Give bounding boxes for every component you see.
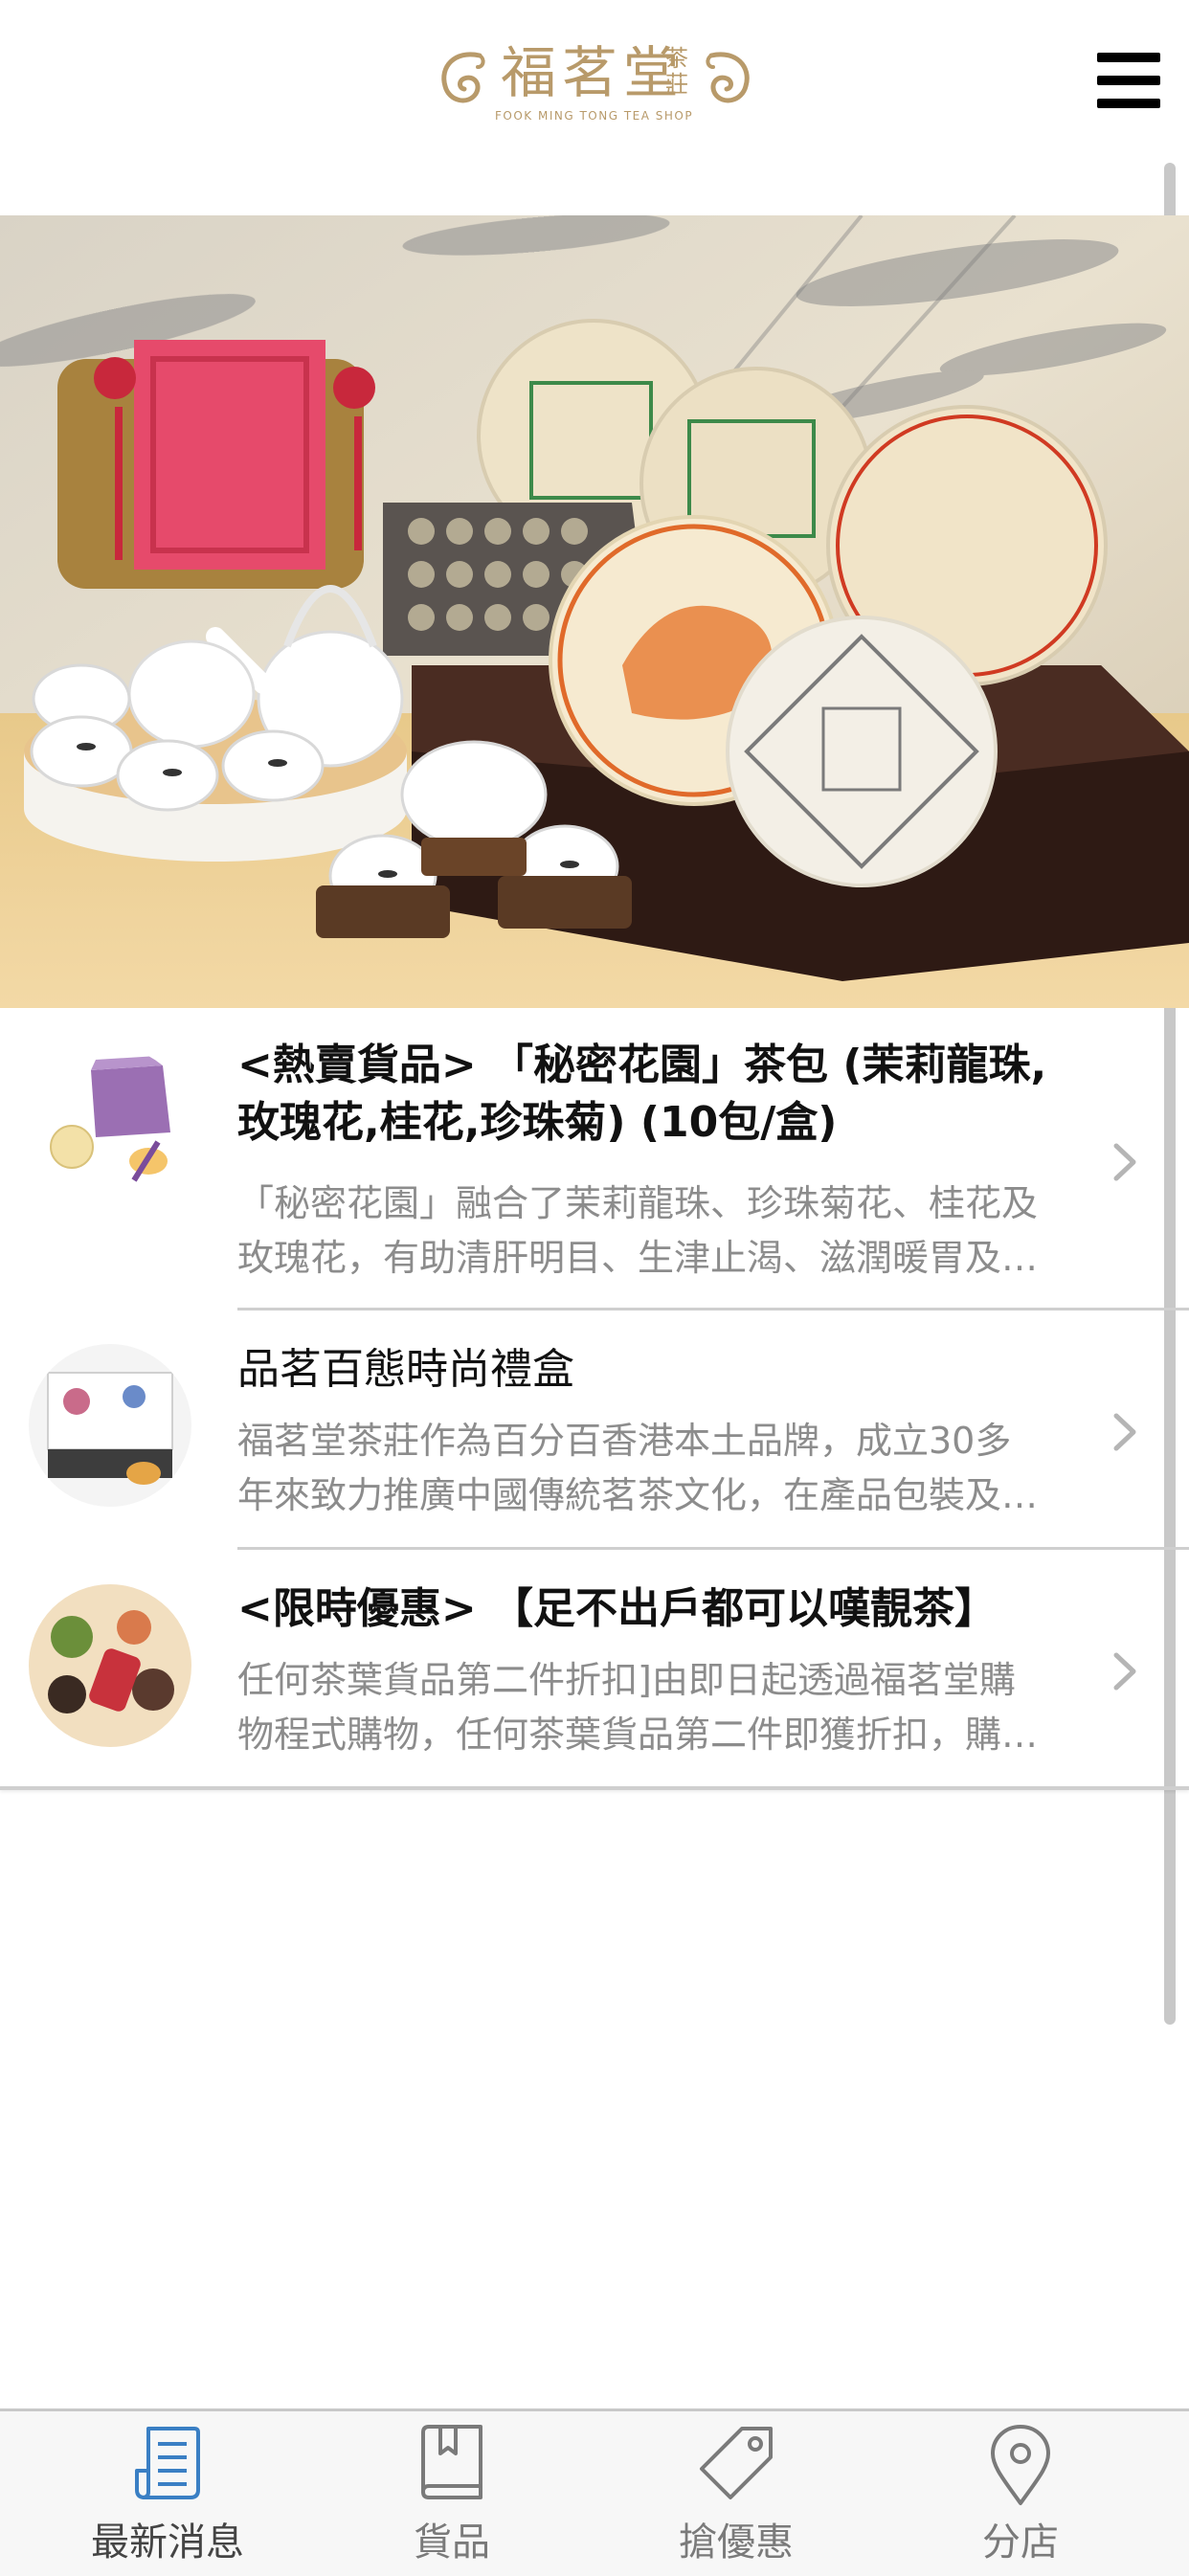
logo-swirl-right-icon (706, 52, 750, 103)
news-title: 品茗百態時尚禮盒 (237, 1345, 574, 1394)
chevron-right-icon (1113, 1652, 1136, 1691)
logo-swirl-left-icon (441, 52, 485, 103)
news-desc-line: 「秘密花園」融合了茉莉龍珠、珍珠菊花、桂花及 (237, 1182, 1039, 1224)
promo-banner-image[interactable] (0, 215, 1189, 1008)
location-pin-icon (991, 2425, 1050, 2505)
list-bottom-border (0, 1786, 1189, 1790)
chevron-right-icon (1113, 1413, 1136, 1451)
book-icon (421, 2425, 482, 2499)
news-item[interactable]: <熱賣貨品> 「秘密花園」茶包 (茉莉龍珠,玫瑰花,桂花,珍珠菊) (10包/盒… (0, 1008, 1189, 1310)
bottom-tab-bar: 最新消息 貨品 搶優惠 分店 (0, 2408, 1189, 2576)
tab-label: 貨品 (414, 2520, 490, 2565)
tab-label: 搶優惠 (679, 2520, 794, 2565)
logo-text-main: 福茗堂 (501, 40, 685, 105)
news-desc-line: 福茗堂茶莊作為百分百香港本土品牌，成立30多 (237, 1420, 1012, 1462)
hamburger-menu-icon[interactable] (1097, 53, 1162, 108)
news-desc-line: 年來致力推廣中國傳統茗茶文化，在產品包裝及… (237, 1474, 1039, 1516)
tab-products[interactable]: 貨品 (308, 2411, 595, 2576)
news-icon (135, 2427, 200, 2499)
logo-tagline: FOOK MING TONG TEA SHOP (495, 109, 694, 123)
app-header: 福茗堂 茶莊 FOOK MING TONG TEA SHOP (0, 0, 1189, 163)
news-title: <熱賣貨品> 「秘密花園」茶包 (茉莉龍珠,玫瑰花,桂花,珍珠菊) (10包/盒… (237, 1041, 1047, 1147)
news-item[interactable]: <限時優惠> 【足不出戶都可以嘆靚茶】 任何茶葉貨品第二件折扣]由即日起透過福茗… (0, 1550, 1189, 1789)
tab-label: 最新消息 (91, 2520, 244, 2565)
news-title: <限時優惠> 【足不出戶都可以嘆靚茶】 (237, 1584, 998, 1633)
news-desc-line: 任何茶葉貨品第二件折扣]由即日起透過福茗堂購 (237, 1659, 1016, 1701)
logo-text-side: 茶莊 (665, 45, 688, 98)
news-desc-line: 物程式購物，任何茶葉貨品第二件即獲折扣，購… (237, 1714, 1039, 1756)
tab-label: 分店 (982, 2520, 1059, 2565)
news-item[interactable]: 品茗百態時尚禮盒 福茗堂茶莊作為百分百香港本土品牌，成立30多 年來致力推廣中國… (0, 1310, 1189, 1550)
news-thumbnail (29, 1584, 191, 1747)
chevron-right-icon (1113, 1143, 1136, 1181)
news-thumbnail (29, 1344, 191, 1507)
news-thumbnail (29, 1046, 191, 1209)
tag-icon (700, 2427, 773, 2499)
news-desc-line: 玫瑰花，有助清肝明目、生津止渴、滋潤暖胃及… (237, 1237, 1039, 1279)
tab-offers[interactable]: 搶優惠 (593, 2411, 880, 2576)
tab-news[interactable]: 最新消息 (24, 2411, 311, 2576)
tab-stores[interactable]: 分店 (877, 2411, 1164, 2576)
brand-logo: 福茗堂 茶莊 FOOK MING TONG TEA SHOP (436, 40, 755, 126)
